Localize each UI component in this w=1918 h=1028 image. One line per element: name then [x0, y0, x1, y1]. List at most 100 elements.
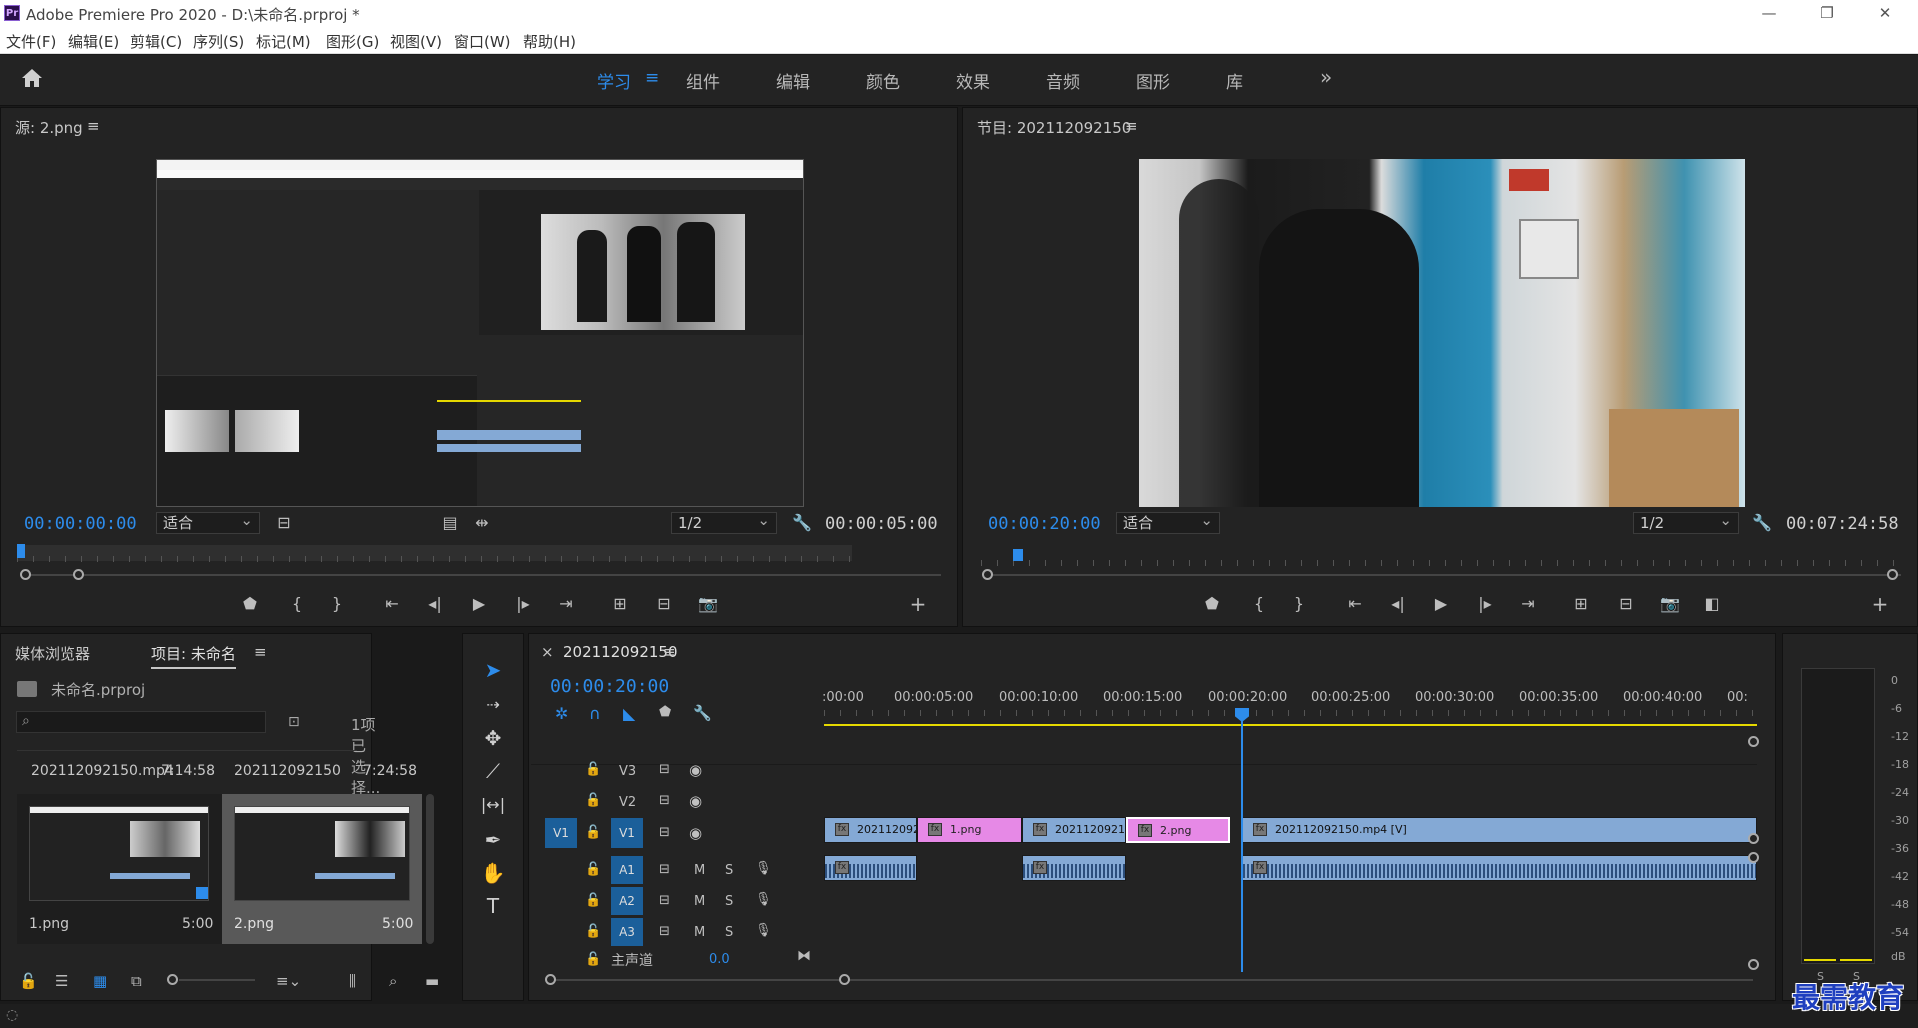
- program-go-to-in-icon[interactable]: ⇤: [1342, 593, 1368, 615]
- project-scrollbar[interactable]: [426, 794, 434, 944]
- razor-tool-icon[interactable]: ⟋: [480, 758, 506, 784]
- a3-solo-button[interactable]: S: [725, 925, 733, 940]
- source-step-back-icon[interactable]: ◂|: [422, 593, 448, 615]
- program-lift-icon[interactable]: ⊞: [1568, 593, 1594, 615]
- menu-help[interactable]: 帮助(H): [523, 31, 576, 52]
- source-button-editor-icon[interactable]: +: [905, 593, 931, 615]
- program-resolution-dropdown[interactable]: 1/2: [1633, 510, 1739, 534]
- source-zoom-right-handle[interactable]: [73, 569, 84, 580]
- list-view-icon[interactable]: ☰: [55, 972, 68, 990]
- add-marker-icon[interactable]: ⬟: [659, 704, 671, 720]
- maximize-button[interactable]: ❐: [1804, 0, 1850, 26]
- clip-1png[interactable]: fx 1.png: [917, 817, 1022, 843]
- workspace-graphics[interactable]: 图形: [1136, 68, 1170, 93]
- v1-eye-icon[interactable]: ◉: [689, 824, 702, 842]
- a3-label[interactable]: A3: [611, 918, 643, 946]
- program-settings-wrench-icon[interactable]: 🔧: [1749, 512, 1775, 534]
- a3-sync-icon[interactable]: ⊟: [659, 924, 670, 939]
- program-extract-icon[interactable]: ⊟: [1613, 593, 1639, 615]
- pen-tool-icon[interactable]: ✒: [480, 827, 506, 853]
- audio-clip-3[interactable]: fx: [1242, 855, 1757, 881]
- source-menu-icon[interactable]: ≡: [87, 117, 100, 135]
- program-timecode[interactable]: 00:00:20:00: [988, 514, 1101, 534]
- workspace-editing[interactable]: 编辑: [776, 68, 810, 93]
- timeline-close-button[interactable]: ×: [541, 643, 554, 661]
- workspace-audio[interactable]: 音频: [1046, 68, 1080, 93]
- menu-sequence[interactable]: 序列(S): [193, 31, 244, 52]
- a3-mic-icon[interactable]: 🎙: [755, 923, 772, 938]
- source-mark-out-icon[interactable]: }: [324, 593, 350, 615]
- source-fit-dropdown[interactable]: 适合: [156, 510, 260, 534]
- program-zoom-scrollbar[interactable]: [987, 574, 1901, 576]
- menu-clip[interactable]: 剪辑(C): [130, 31, 182, 52]
- source-timecode[interactable]: 00:00:00:00: [24, 514, 137, 534]
- timeline-sequence-tab[interactable]: 202112092150: [563, 643, 678, 661]
- source-zoom-scrollbar[interactable]: [25, 574, 941, 576]
- program-menu-icon[interactable]: ≡: [1125, 117, 1138, 135]
- timeline-vscroll-top[interactable]: [1748, 736, 1759, 747]
- source-step-forward-icon[interactable]: |▸: [510, 593, 536, 615]
- master-transition-icon[interactable]: ⧓: [797, 948, 811, 964]
- a3-lock-icon[interactable]: 🔓: [585, 924, 601, 939]
- a1-mic-icon[interactable]: 🎙: [755, 861, 772, 876]
- timeline-playhead-line[interactable]: [1241, 708, 1243, 972]
- source-add-marker-icon[interactable]: ⬟: [237, 593, 263, 615]
- freeform-view-icon[interactable]: ⧉: [131, 972, 142, 990]
- v3-label[interactable]: V3: [619, 764, 636, 779]
- timeline-hscroll-right[interactable]: [839, 974, 850, 985]
- program-step-forward-icon[interactable]: |▸: [1472, 593, 1498, 615]
- timeline-vscroll-audio[interactable]: [1748, 852, 1759, 863]
- timeline-hscroll[interactable]: [553, 979, 1753, 981]
- clip-v1-1[interactable]: fx 2021120921: [824, 817, 917, 843]
- automate-sequence-icon[interactable]: ⫼: [349, 972, 356, 990]
- source-safe-margins-icon[interactable]: ⊟: [271, 512, 297, 534]
- a3-mute-button[interactable]: M: [694, 925, 705, 940]
- v1-sync-icon[interactable]: ⊟: [659, 825, 670, 840]
- track-select-tool-icon[interactable]: ⇢: [480, 692, 506, 718]
- icon-view-icon[interactable]: ▦: [93, 972, 107, 990]
- menu-marker[interactable]: 标记(M): [256, 31, 311, 52]
- source-playhead[interactable]: [17, 544, 25, 558]
- audio-clip-2[interactable]: fx: [1022, 855, 1126, 881]
- menu-window[interactable]: 窗口(W): [454, 31, 511, 52]
- menu-graphics[interactable]: 图形(G): [326, 31, 379, 52]
- v3-eye-icon[interactable]: ◉: [689, 761, 702, 779]
- program-button-editor-icon[interactable]: +: [1867, 593, 1893, 615]
- hand-tool-icon[interactable]: ✋: [480, 860, 506, 886]
- timeline-vscroll-bottom[interactable]: [1748, 959, 1759, 970]
- a1-lock-icon[interactable]: 🔓: [585, 862, 601, 877]
- workspace-libraries[interactable]: 库: [1226, 68, 1243, 93]
- source-v1-patch[interactable]: V1: [545, 818, 577, 848]
- program-play-icon[interactable]: ▶: [1428, 593, 1454, 615]
- v2-sync-icon[interactable]: ⊟: [659, 793, 670, 808]
- source-settings-wrench-icon[interactable]: 🔧: [789, 512, 815, 534]
- program-zoom-left-handle[interactable]: [982, 569, 993, 580]
- a2-mute-button[interactable]: M: [694, 894, 705, 909]
- program-zoom-right-handle[interactable]: [1887, 569, 1898, 580]
- find-icon[interactable]: ⌕: [389, 972, 397, 990]
- program-export-frame-icon[interactable]: 📷: [1657, 593, 1683, 615]
- timeline-hscroll-left[interactable]: [545, 974, 556, 985]
- program-fit-dropdown[interactable]: 适合: [1116, 510, 1220, 534]
- timeline-vscroll-mid[interactable]: [1748, 833, 1759, 844]
- project-menu-icon[interactable]: ≡: [254, 643, 267, 661]
- ripple-edit-tool-icon[interactable]: ✥: [480, 725, 506, 751]
- source-resolution-dropdown[interactable]: 1/2: [671, 510, 777, 534]
- timeline-settings-wrench-icon[interactable]: 🔧: [693, 704, 712, 722]
- source-drag-video-icon[interactable]: ▤: [437, 512, 463, 534]
- a2-solo-button[interactable]: S: [725, 894, 733, 909]
- source-overwrite-icon[interactable]: ⊟: [651, 593, 677, 615]
- a1-sync-icon[interactable]: ⊟: [659, 862, 670, 877]
- linked-selection-icon[interactable]: ◣: [623, 704, 635, 723]
- sort-icons-icon[interactable]: ≡⌄: [276, 972, 301, 990]
- a2-lock-icon[interactable]: 🔓: [585, 893, 601, 908]
- v1-label[interactable]: V1: [611, 818, 643, 848]
- workspace-learn[interactable]: 学习: [597, 68, 631, 93]
- source-mark-in-icon[interactable]: {: [284, 593, 310, 615]
- a2-sync-icon[interactable]: ⊟: [659, 893, 670, 908]
- v2-eye-icon[interactable]: ◉: [689, 792, 702, 810]
- program-add-marker-icon[interactable]: ⬟: [1199, 593, 1225, 615]
- program-step-back-icon[interactable]: ◂|: [1385, 593, 1411, 615]
- work-area-bar[interactable]: [824, 724, 1757, 726]
- project-item-2png[interactable]: 2.png 5:00: [222, 794, 422, 944]
